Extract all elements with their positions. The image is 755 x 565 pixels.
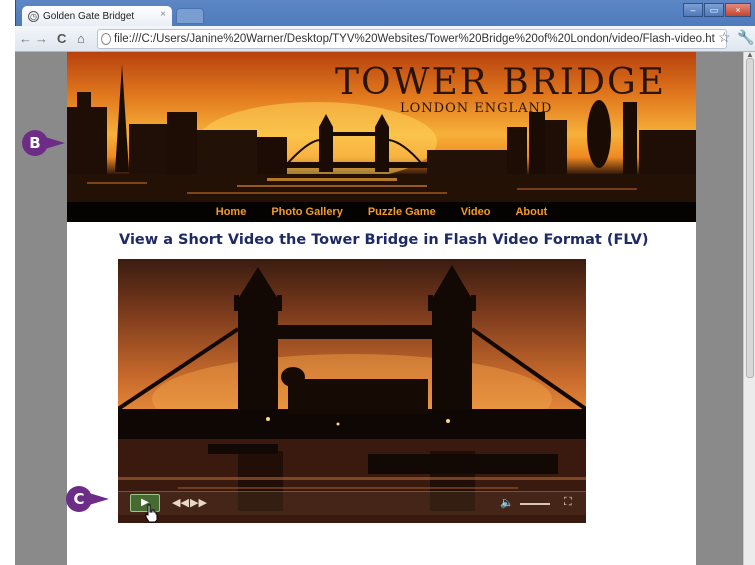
site-nav: Home Photo Gallery Puzzle Game Video Abo… — [67, 202, 696, 222]
fullscreen-icon[interactable]: ⛶ — [564, 496, 572, 509]
website-container: TOWER BRIDGE LONDON ENGLAND Home Photo G… — [67, 52, 696, 565]
address-bar[interactable]: file:///C:/Users/Janine%20Warner/Desktop… — [97, 29, 727, 49]
nav-link-home[interactable]: Home — [216, 206, 247, 218]
video-frame — [118, 265, 586, 523]
wrench-icon[interactable]: 🔧 — [737, 29, 754, 46]
star-icon[interactable]: ☆ — [718, 29, 731, 46]
hand-cursor-icon — [145, 504, 158, 523]
banner-subtitle: LONDON ENGLAND — [400, 101, 553, 116]
tab-close-icon[interactable]: × — [160, 9, 166, 20]
callout-b-arrow — [45, 137, 65, 149]
home-icon[interactable]: ⌂ — [77, 31, 85, 46]
nav-link-video[interactable]: Video — [461, 206, 491, 218]
page-heading: View a Short Video the Tower Bridge in F… — [119, 232, 649, 248]
reload-icon[interactable]: C — [57, 31, 66, 46]
volume-slider[interactable] — [520, 503, 550, 505]
tab-title: Golden Gate Bridget — [43, 10, 135, 22]
video-player[interactable]: ▶ ◀◀ ▶▶ 🔈 ⛶ — [118, 259, 586, 523]
volume-icon[interactable]: 🔈 — [500, 496, 514, 509]
page-favicon-icon: ◷ — [28, 10, 39, 22]
video-controls: ▶ ◀◀ ▶▶ 🔈 ⛶ — [118, 491, 586, 515]
back-arrow-icon[interactable]: ← — [19, 31, 32, 46]
nav-link-about[interactable]: About — [515, 206, 547, 218]
window-controls: – ▭ × — [683, 3, 751, 17]
browser-tab[interactable]: ◷ Golden Gate Bridget × — [22, 6, 172, 26]
nav-link-puzzle-game[interactable]: Puzzle Game — [368, 206, 436, 218]
banner-image: TOWER BRIDGE LONDON ENGLAND — [67, 52, 696, 202]
nav-link-photo-gallery[interactable]: Photo Gallery — [271, 206, 343, 218]
fast-forward-icon[interactable]: ▶▶ — [190, 496, 207, 509]
browser-toolbar: ← → C ⌂ file:///C:/Users/Janine%20Warner… — [15, 26, 755, 52]
scrollbar-thumb[interactable] — [746, 58, 754, 378]
new-tab-button[interactable] — [176, 8, 204, 24]
page-info-icon — [101, 33, 111, 45]
address-text: file:///C:/Users/Janine%20Warner/Desktop… — [114, 33, 715, 45]
rewind-icon[interactable]: ◀◀ — [172, 496, 189, 509]
close-window-button[interactable]: × — [725, 3, 751, 17]
minimize-button[interactable]: – — [683, 3, 703, 17]
forward-arrow-icon[interactable]: → — [35, 31, 48, 46]
banner-title: TOWER BRIDGE — [334, 62, 666, 103]
vertical-scrollbar[interactable]: ▲ — [743, 50, 755, 565]
maximize-button[interactable]: ▭ — [704, 3, 724, 17]
callout-c-arrow — [89, 493, 109, 505]
